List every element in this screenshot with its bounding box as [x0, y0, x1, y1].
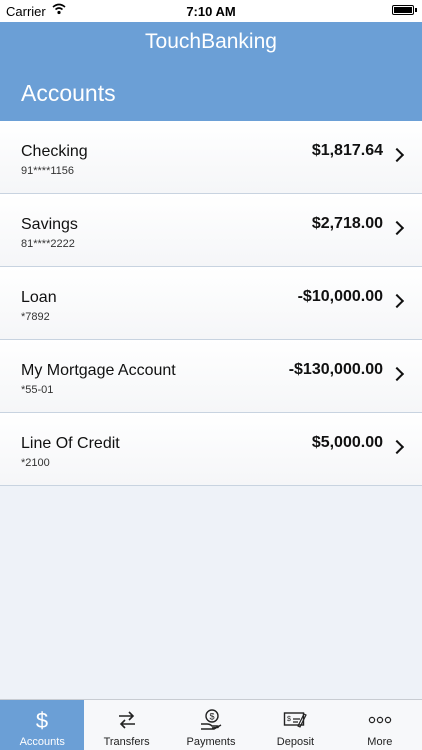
- tab-transfers[interactable]: Transfers: [84, 700, 168, 750]
- tab-label: More: [367, 736, 393, 748]
- check-deposit-icon: $: [253, 708, 337, 732]
- account-number: 81****2222: [21, 238, 75, 250]
- account-balance: $5,000.00: [311, 434, 383, 451]
- tab-accounts[interactable]: $ Accounts: [0, 700, 85, 750]
- chevron-right-icon: [389, 366, 405, 382]
- app-title: TouchBanking: [145, 30, 277, 53]
- account-name: Savings: [21, 216, 78, 233]
- svg-text:$: $: [210, 712, 215, 722]
- clock-time: 7:10 AM: [186, 4, 236, 19]
- app-header: TouchBanking Accounts: [0, 22, 422, 121]
- chevron-right-icon: [389, 293, 405, 309]
- tab-more[interactable]: More: [338, 700, 422, 750]
- account-row-savings[interactable]: Savings 81****2222 $2,718.00: [0, 194, 422, 267]
- tab-payments[interactable]: $ Payments: [169, 700, 253, 750]
- transfer-arrows-icon: [84, 708, 168, 732]
- hand-dollar-icon: $: [169, 708, 253, 732]
- account-name: Checking: [21, 143, 88, 160]
- account-balance: -$10,000.00: [297, 288, 383, 305]
- account-row-loan[interactable]: Loan *7892 -$10,000.00: [0, 267, 422, 340]
- account-name: My Mortgage Account: [21, 362, 176, 379]
- tab-deposit[interactable]: $ Deposit: [253, 700, 337, 750]
- tab-label: Transfers: [103, 736, 150, 748]
- dollar-icon: $: [0, 708, 84, 732]
- tab-label: Deposit: [276, 736, 315, 748]
- account-balance: -$130,000.00: [288, 361, 383, 378]
- svg-text:$: $: [287, 716, 291, 723]
- account-name: Loan: [21, 289, 57, 306]
- tab-label: Accounts: [19, 736, 65, 748]
- account-number: 91****1156: [21, 165, 75, 177]
- battery-icon: [392, 5, 417, 15]
- account-balance: $2,718.00: [311, 215, 383, 232]
- status-bar: Carrier 7:10 AM: [0, 0, 422, 22]
- account-number: *55-01: [21, 384, 54, 396]
- account-row-checking[interactable]: Checking 91****1156 $1,817.64: [0, 121, 422, 194]
- tab-bar: $ Accounts Transfers $ Payments $ Deposi…: [0, 699, 422, 750]
- chevron-right-icon: [389, 439, 405, 455]
- account-row-mortgage[interactable]: My Mortgage Account *55-01 -$130,000.00: [0, 340, 422, 413]
- chevron-right-icon: [389, 220, 405, 236]
- ellipsis-icon: [338, 708, 422, 732]
- account-row-line-of-credit[interactable]: Line Of Credit *2100 $5,000.00: [0, 413, 422, 486]
- tab-label: Payments: [186, 736, 236, 748]
- page-title: Accounts: [21, 80, 116, 106]
- account-number: *7892: [21, 311, 50, 323]
- account-balance: $1,817.64: [311, 142, 383, 159]
- account-name: Line Of Credit: [21, 435, 120, 452]
- svg-text:$: $: [36, 708, 48, 732]
- account-number: *2100: [21, 457, 50, 469]
- chevron-right-icon: [389, 147, 405, 163]
- accounts-list: Checking 91****1156 $1,817.64 Savings 81…: [0, 121, 422, 486]
